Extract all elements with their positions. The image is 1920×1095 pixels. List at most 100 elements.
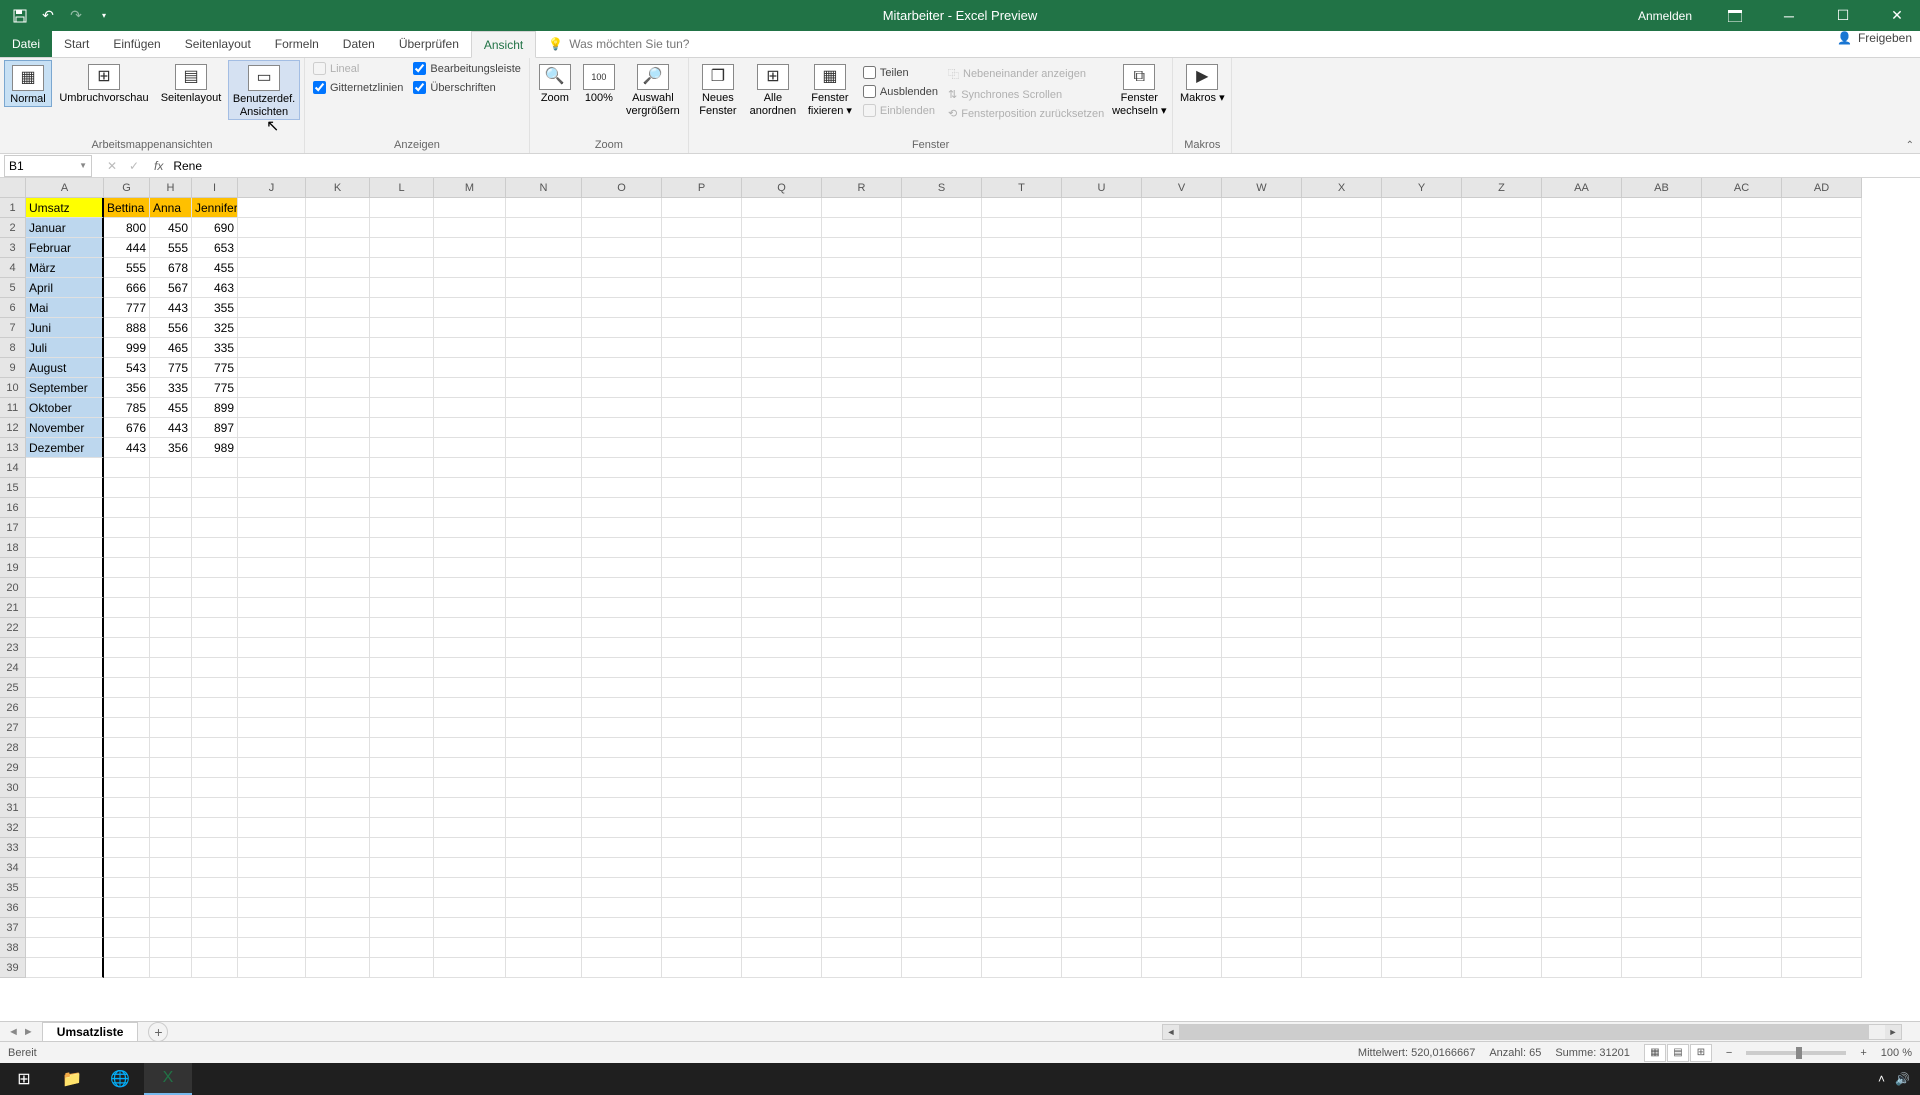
cell[interactable] xyxy=(1302,578,1382,598)
cell[interactable] xyxy=(582,918,662,938)
cell[interactable] xyxy=(1142,498,1222,518)
cell[interactable] xyxy=(822,478,902,498)
switch-windows-button[interactable]: ⧉Fenster wechseln ▾ xyxy=(1110,60,1168,118)
row-header[interactable]: 19 xyxy=(0,558,26,578)
cell[interactable] xyxy=(26,478,104,498)
cell[interactable] xyxy=(662,858,742,878)
cell[interactable] xyxy=(370,358,434,378)
cell[interactable] xyxy=(370,458,434,478)
cell[interactable] xyxy=(434,538,506,558)
cell[interactable] xyxy=(1702,438,1782,458)
cell[interactable] xyxy=(1302,238,1382,258)
cell[interactable] xyxy=(1222,218,1302,238)
row-header[interactable]: 32 xyxy=(0,818,26,838)
cell[interactable] xyxy=(1462,358,1542,378)
cell[interactable] xyxy=(902,258,982,278)
cell[interactable] xyxy=(1302,798,1382,818)
cell[interactable] xyxy=(1622,598,1702,618)
cell[interactable] xyxy=(306,558,370,578)
cell[interactable] xyxy=(1382,498,1462,518)
cell[interactable] xyxy=(1462,558,1542,578)
cell[interactable] xyxy=(742,658,822,678)
row-header[interactable]: 28 xyxy=(0,738,26,758)
column-header[interactable]: P xyxy=(662,178,742,198)
cell[interactable] xyxy=(104,858,150,878)
cell[interactable]: 325 xyxy=(192,318,238,338)
cell[interactable] xyxy=(742,498,822,518)
cell[interactable] xyxy=(1542,438,1622,458)
cell[interactable] xyxy=(1302,838,1382,858)
cell[interactable] xyxy=(742,578,822,598)
cell[interactable] xyxy=(1702,858,1782,878)
cell[interactable] xyxy=(822,798,902,818)
cell[interactable] xyxy=(1622,298,1702,318)
cell[interactable] xyxy=(192,718,238,738)
cell[interactable] xyxy=(1782,418,1862,438)
cell[interactable] xyxy=(306,818,370,838)
cell[interactable] xyxy=(1062,398,1142,418)
cell[interactable] xyxy=(238,378,306,398)
column-header[interactable]: N xyxy=(506,178,582,198)
cell[interactable] xyxy=(506,878,582,898)
cell[interactable] xyxy=(1382,938,1462,958)
cell[interactable] xyxy=(370,858,434,878)
cell[interactable] xyxy=(370,918,434,938)
cell[interactable] xyxy=(1622,838,1702,858)
cell[interactable]: Januar xyxy=(26,218,104,238)
cell[interactable] xyxy=(742,798,822,818)
cell[interactable] xyxy=(902,798,982,818)
cell[interactable] xyxy=(822,318,902,338)
row-header[interactable]: 2 xyxy=(0,218,26,238)
cell[interactable] xyxy=(506,478,582,498)
cell[interactable] xyxy=(506,938,582,958)
cell[interactable] xyxy=(238,338,306,358)
cell[interactable]: Dezember xyxy=(26,438,104,458)
cell[interactable] xyxy=(902,438,982,458)
cell[interactable] xyxy=(822,658,902,678)
cell[interactable] xyxy=(1782,458,1862,478)
cell[interactable] xyxy=(742,918,822,938)
cell[interactable] xyxy=(192,678,238,698)
cell[interactable] xyxy=(1702,598,1782,618)
cell[interactable] xyxy=(1382,658,1462,678)
column-header[interactable]: K xyxy=(306,178,370,198)
cell[interactable] xyxy=(1462,898,1542,918)
cell[interactable] xyxy=(1462,278,1542,298)
insert-function-button[interactable]: fx xyxy=(150,159,167,173)
cell[interactable] xyxy=(1062,198,1142,218)
tab-file[interactable]: Datei xyxy=(0,31,52,57)
cell[interactable] xyxy=(1062,758,1142,778)
cell[interactable] xyxy=(1702,378,1782,398)
cell[interactable] xyxy=(1622,698,1702,718)
cell[interactable]: 335 xyxy=(192,338,238,358)
cell[interactable] xyxy=(370,938,434,958)
cell[interactable] xyxy=(1382,858,1462,878)
cell[interactable] xyxy=(1382,198,1462,218)
cell[interactable] xyxy=(822,298,902,318)
cell[interactable] xyxy=(1702,618,1782,638)
cell[interactable] xyxy=(1302,338,1382,358)
scroll-left-button[interactable]: ◄ xyxy=(1163,1025,1179,1039)
cell[interactable] xyxy=(1062,738,1142,758)
cell[interactable] xyxy=(506,298,582,318)
cell[interactable] xyxy=(662,298,742,318)
cell[interactable] xyxy=(982,358,1062,378)
cell[interactable] xyxy=(742,278,822,298)
cell[interactable] xyxy=(1462,698,1542,718)
cell[interactable] xyxy=(1542,638,1622,658)
column-header[interactable]: O xyxy=(582,178,662,198)
cell[interactable] xyxy=(1702,498,1782,518)
cell[interactable] xyxy=(1622,898,1702,918)
cell[interactable] xyxy=(1542,418,1622,438)
row-header[interactable]: 1 xyxy=(0,198,26,218)
cell[interactable] xyxy=(1782,338,1862,358)
cell[interactable]: November xyxy=(26,418,104,438)
row-header[interactable]: 22 xyxy=(0,618,26,638)
cell[interactable] xyxy=(1062,598,1142,618)
cell[interactable] xyxy=(306,778,370,798)
cell[interactable] xyxy=(1782,438,1862,458)
cell[interactable] xyxy=(1222,898,1302,918)
cell[interactable] xyxy=(104,598,150,618)
cell[interactable] xyxy=(982,878,1062,898)
cell[interactable] xyxy=(1142,598,1222,618)
